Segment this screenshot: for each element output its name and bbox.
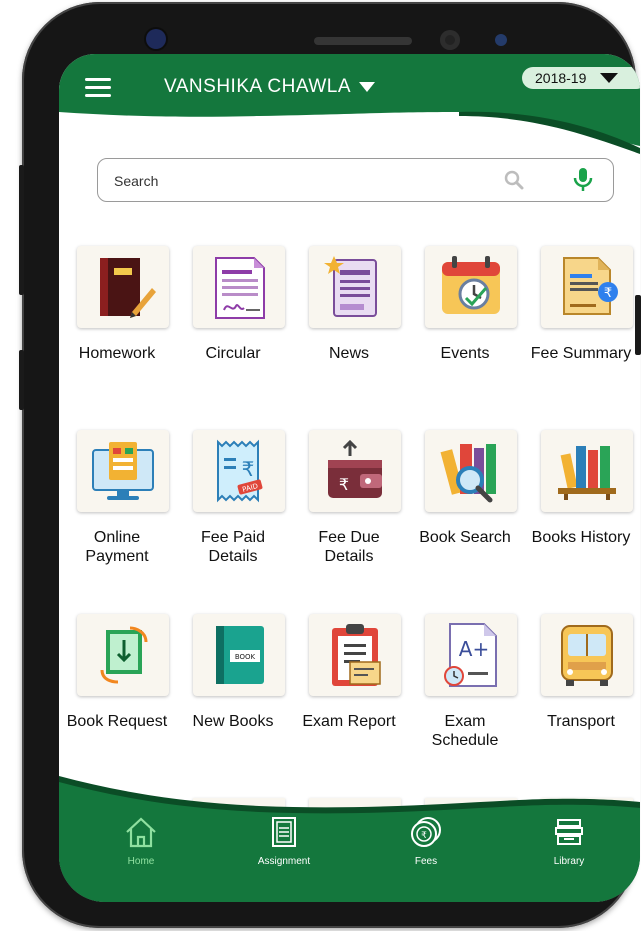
assignment-icon <box>272 817 296 847</box>
book-request-icon <box>77 614 169 696</box>
chevron-down-icon <box>600 73 619 83</box>
new-book-icon: BOOK <box>193 614 285 696</box>
tile-label: Homework <box>78 345 156 362</box>
bus-icon <box>541 614 633 696</box>
home-icon <box>126 817 156 848</box>
phone-frame: VANSHIKA CHAWLA 2018-19 Homework Circula… <box>22 2 640 928</box>
student-name: VANSHIKA CHAWLA <box>164 76 351 97</box>
search-input[interactable] <box>112 169 476 193</box>
volume-button-down <box>19 350 24 410</box>
power-button <box>635 295 641 355</box>
online-payment-icon <box>77 430 169 512</box>
book-cover-text: BOOK <box>235 653 256 661</box>
tile-label: Fee Paid Details <box>200 529 266 565</box>
app-screen: VANSHIKA CHAWLA 2018-19 Homework Circula… <box>59 54 640 902</box>
tile-label: Fee Due Details <box>318 529 380 565</box>
light-sensor <box>495 34 507 46</box>
svg-text:₹: ₹ <box>339 475 349 494</box>
nav-label: Home <box>127 856 155 867</box>
tile-label: News <box>328 345 369 362</box>
phone-speaker <box>314 37 412 45</box>
nav-label: Library <box>553 856 585 867</box>
tile-label: Exam Schedule <box>431 713 499 749</box>
nav-fees[interactable]: ₹ Fees <box>371 816 481 867</box>
front-camera <box>146 29 166 49</box>
svg-text:₹: ₹ <box>421 831 427 841</box>
tile-label: Circular <box>205 345 261 362</box>
nav-label: Fees <box>414 856 438 867</box>
tile-label: Exam Report <box>302 713 396 730</box>
exam-report-clipboard-icon <box>309 614 401 696</box>
calendar-clock-icon <box>425 246 517 328</box>
grade-text: A+ <box>459 637 489 661</box>
volume-button-up <box>19 165 24 295</box>
exam-schedule-icon: A+ <box>425 614 517 696</box>
academic-year-selector[interactable]: 2018-19 <box>522 67 640 89</box>
books-shelf-icon <box>541 430 633 512</box>
newspaper-icon <box>309 246 401 328</box>
tile-label: Fee Summary <box>530 345 632 362</box>
hamburger-menu-icon[interactable] <box>85 78 111 98</box>
library-books-icon <box>555 819 583 845</box>
academic-year-label: 2018-19 <box>535 70 587 86</box>
chevron-down-icon <box>359 81 375 92</box>
nav-library[interactable]: Library <box>514 816 624 867</box>
tile-label: Transport <box>547 713 615 730</box>
tile-label: New Books <box>192 713 274 730</box>
nav-label: Assignment <box>257 856 311 867</box>
nav-home[interactable]: Home <box>86 816 196 867</box>
wallet-icon: ₹ <box>309 430 401 512</box>
svg-text:₹: ₹ <box>242 457 255 481</box>
proximity-sensor <box>440 30 460 50</box>
microphone-icon[interactable] <box>571 167 595 193</box>
book-search-icon <box>425 430 517 512</box>
svg-text:₹: ₹ <box>604 286 612 301</box>
fees-coins-icon: ₹ <box>411 817 441 847</box>
nav-assignment[interactable]: Assignment <box>229 816 339 867</box>
tile-label: Books History <box>531 529 631 546</box>
search-bar <box>97 158 614 202</box>
fee-summary-icon: ₹ <box>541 246 633 328</box>
tile-label: Book Search <box>419 529 511 546</box>
homework-book-icon <box>77 246 169 328</box>
circular-document-icon <box>193 246 285 328</box>
tile-label: Book Request <box>66 713 168 730</box>
fee-paid-receipt-icon: ₹ PAID <box>193 430 285 512</box>
search-icon[interactable] <box>503 169 525 191</box>
tile-label: Online Payment <box>85 529 149 565</box>
tile-label: Events <box>440 345 490 362</box>
student-selector[interactable]: VANSHIKA CHAWLA <box>164 76 375 98</box>
